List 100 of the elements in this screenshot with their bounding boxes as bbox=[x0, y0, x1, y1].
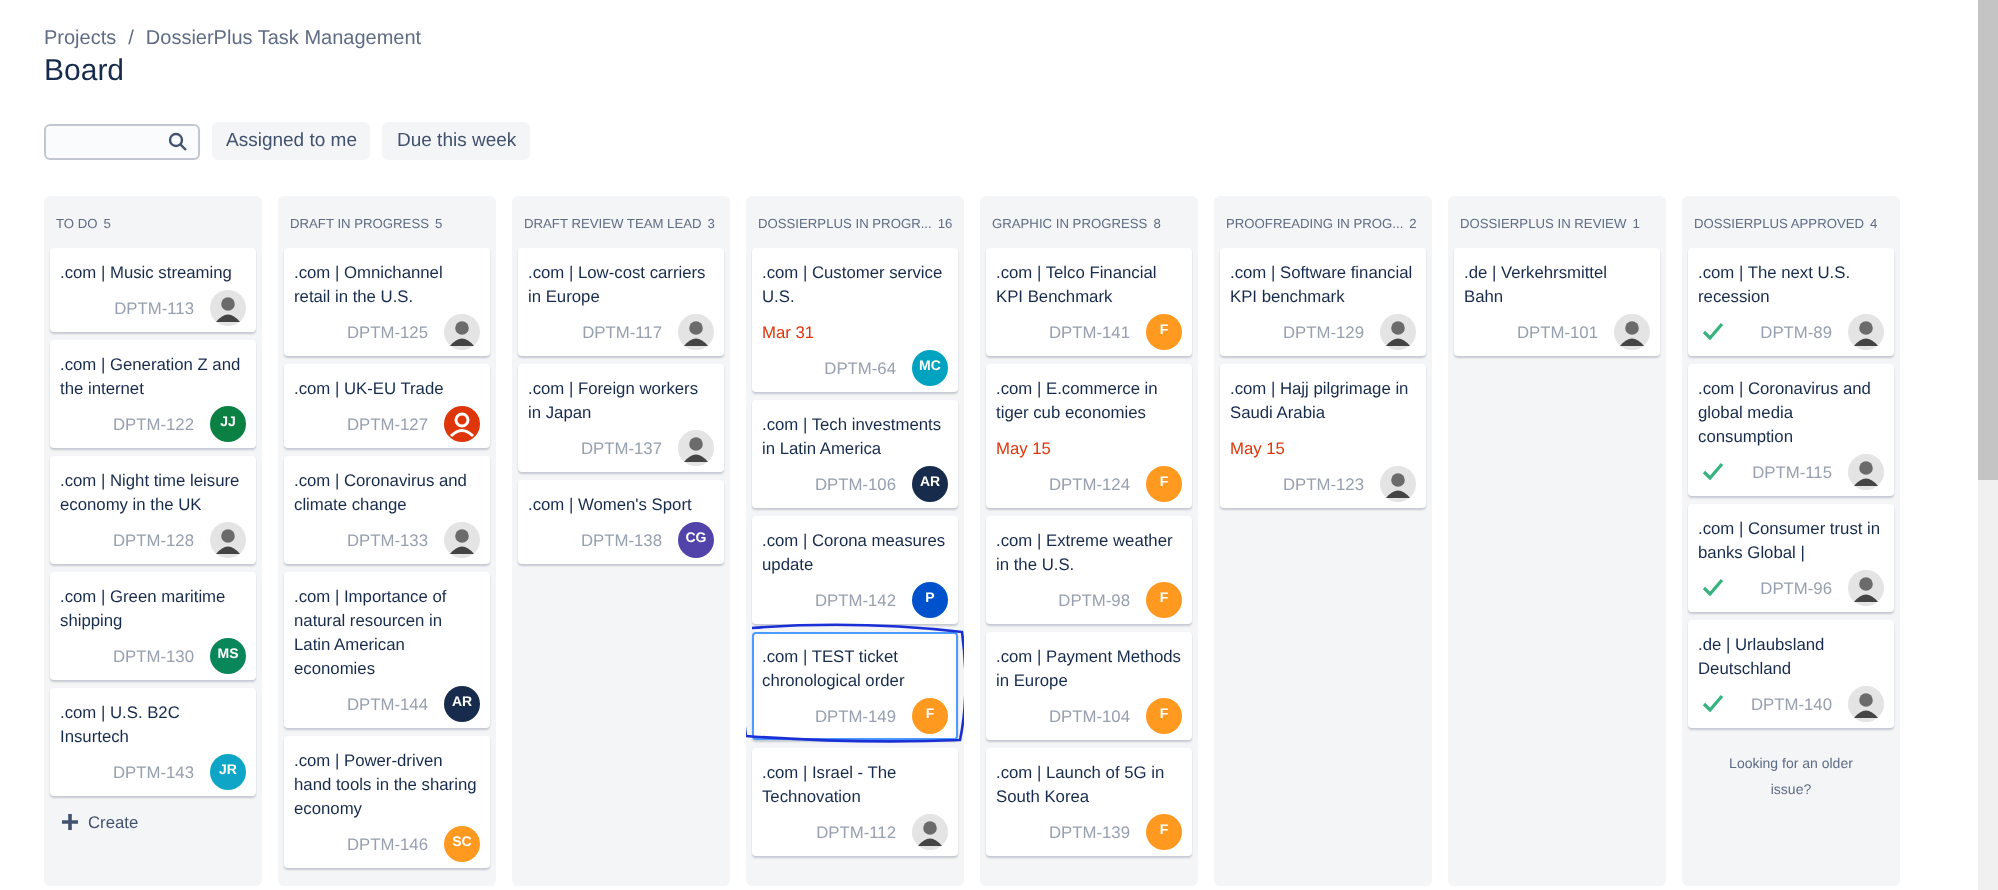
user-silhouette-icon bbox=[1614, 313, 1650, 349]
issue-key: DPTM-96 bbox=[1760, 575, 1832, 599]
issue-key: DPTM-101 bbox=[1517, 319, 1598, 343]
card-title: .com | Omnichannel retail in the U.S. bbox=[294, 260, 445, 308]
issue-card[interactable]: .com | UK-EU Trade DPTM-127 bbox=[284, 364, 490, 448]
issue-key: DPTM-141 bbox=[1049, 319, 1130, 343]
issue-key: DPTM-144 bbox=[347, 691, 428, 715]
card-title: .com | Generation Z and the internet bbox=[60, 352, 243, 400]
issue-card[interactable]: .com | Omnichannel retail in the U.S. DPTM-125 bbox=[284, 248, 490, 356]
user-silhouette-icon bbox=[912, 813, 948, 849]
issue-card[interactable]: .com | Coronavirus and global media consumption DPTM-115 bbox=[1688, 364, 1894, 496]
user-silhouette-icon bbox=[678, 429, 714, 465]
user-silhouette-icon bbox=[1848, 685, 1884, 721]
issue-card[interactable]: .com | Consumer trust in banks Global | DPTM-96 bbox=[1688, 504, 1894, 612]
user-silhouette-icon bbox=[1380, 465, 1416, 501]
issue-card[interactable]: .de | Urlaubsland Deutschland DPTM-140 bbox=[1688, 620, 1894, 728]
card-title: .com | Launch of 5G in South Korea bbox=[996, 760, 1167, 808]
card-title: .com | Hajj pilgrimage in Saudi Arabia bbox=[1230, 376, 1411, 424]
card-title: .com | Foreign workers in Japan bbox=[528, 376, 701, 424]
card-title: .com | Customer service U.S. bbox=[762, 260, 945, 308]
filter-button[interactable]: Assigned to me bbox=[212, 122, 371, 160]
card-title: .com | TEST ticket chronological order bbox=[762, 644, 907, 692]
due-date: May 15 bbox=[996, 436, 1053, 460]
card-title: .com | Importance of natural resourcen in Latin American economies bbox=[294, 584, 449, 680]
issue-key: DPTM-115 bbox=[1752, 459, 1832, 483]
user-silhouette-icon bbox=[1380, 313, 1416, 349]
issue-card[interactable]: .com | Low-cost carriers in Europe DPTM-117 bbox=[518, 248, 724, 356]
user-silhouette-icon bbox=[210, 521, 246, 557]
card-title: .com | Low-cost carriers in Europe bbox=[528, 260, 708, 308]
user-silhouette-icon bbox=[1848, 313, 1884, 349]
due-date: Mar 31 bbox=[762, 320, 817, 344]
card-title: .com | Power-driven hand tools in the sharing economy bbox=[294, 748, 479, 820]
issue-key: DPTM-122 bbox=[113, 411, 194, 435]
issue-key: DPTM-113 bbox=[114, 295, 194, 319]
due-date: May 15 bbox=[1230, 436, 1287, 460]
issue-key: DPTM-128 bbox=[113, 527, 194, 551]
issue-key: DPTM-140 bbox=[1751, 691, 1832, 715]
issue-card[interactable]: .com | Software financial KPI benchmark DPTM-129 bbox=[1220, 248, 1426, 356]
issue-key: DPTM-146 bbox=[347, 831, 428, 855]
create-button[interactable]: Create bbox=[50, 804, 151, 840]
issue-key: DPTM-130 bbox=[113, 643, 194, 667]
issue-key: DPTM-139 bbox=[1049, 819, 1130, 843]
issue-key: DPTM-138 bbox=[581, 527, 662, 551]
card-title: .com | U.S. B2C Insurtech bbox=[60, 700, 182, 748]
issue-key: DPTM-142 bbox=[815, 587, 896, 611]
issue-key: DPTM-133 bbox=[347, 527, 428, 551]
card-title: .com | Corona measures update bbox=[762, 528, 948, 576]
card-title: .com | Tech investments in Latin America bbox=[762, 412, 944, 460]
user-silhouette-icon bbox=[1848, 453, 1884, 489]
card-title: .com | Software financial KPI benchmark bbox=[1230, 260, 1415, 308]
issue-card[interactable]: .com | Foreign workers in Japan DPTM-137 bbox=[518, 364, 724, 472]
issue-card[interactable]: .com | Coronavirus and climate change DPTM-133 bbox=[284, 456, 490, 564]
issue-card[interactable]: .de | Verkehrsmittel Bahn DPTM-101 bbox=[1454, 248, 1660, 356]
scrollbar[interactable] bbox=[1978, 0, 1998, 890]
user-silhouette-icon bbox=[1848, 569, 1884, 605]
card-title: .com | Israel - The Technovation bbox=[762, 760, 899, 808]
search-field[interactable] bbox=[44, 123, 200, 159]
filter-button[interactable]: Due this week bbox=[382, 122, 531, 160]
issue-card[interactable]: .com | Hajj pilgrimage in Saudi Arabia May 15 DPTM-123 bbox=[1220, 364, 1426, 508]
issue-key: DPTM-143 bbox=[113, 759, 194, 783]
card-title: .com | Telco Financial KPI Benchmark bbox=[996, 260, 1159, 308]
user-silhouette-icon bbox=[444, 521, 480, 557]
plus-icon bbox=[62, 814, 78, 830]
issue-card[interactable]: .com | Music streaming DPTM-113 bbox=[50, 248, 256, 332]
card-title: .com | UK-EU Trade bbox=[294, 376, 446, 400]
issue-key: DPTM-124 bbox=[1049, 471, 1130, 495]
card-title: .com | E.commerce in tiger cub economies bbox=[996, 376, 1160, 424]
issue-card[interactable]: .com | The next U.S. recession DPTM-89 bbox=[1688, 248, 1894, 356]
issue-key: DPTM-104 bbox=[1049, 703, 1130, 727]
breadcrumb-link[interactable]: Projects bbox=[44, 28, 117, 50]
card-title: .com | Coronavirus and climate change bbox=[294, 468, 469, 516]
issue-key: DPTM-98 bbox=[1058, 587, 1130, 611]
issue-key: DPTM-127 bbox=[347, 411, 428, 435]
card-title: .com | Green maritime shipping bbox=[60, 584, 228, 632]
breadcrumb-link[interactable]: DossierPlus Task Management bbox=[145, 28, 422, 50]
card-title: .com | Women's Sport bbox=[528, 492, 694, 516]
issue-key: DPTM-64 bbox=[824, 355, 896, 379]
issue-key: DPTM-125 bbox=[347, 319, 428, 343]
user-silhouette-icon bbox=[210, 289, 246, 325]
card-title: .com | Night time leisure economy in the UK bbox=[60, 468, 242, 516]
card-title: .de | Verkehrsmittel Bahn bbox=[1464, 260, 1610, 308]
card-title: .com | The next U.S. recession bbox=[1698, 260, 1853, 308]
issue-key: DPTM-117 bbox=[582, 319, 662, 343]
issue-key: DPTM-106 bbox=[815, 471, 896, 495]
issue-card[interactable]: .com | Israel - The Technovation DPTM-112 bbox=[752, 748, 958, 856]
issue-card[interactable]: .com | Night time leisure economy in the UK DPTM-128 bbox=[50, 456, 256, 564]
issue-key: DPTM-137 bbox=[581, 435, 662, 459]
user-silhouette-icon bbox=[678, 313, 714, 349]
card-title: .com | Payment Methods in Europe bbox=[996, 644, 1182, 692]
issue-key: DPTM-89 bbox=[1760, 319, 1832, 343]
card-title: .com | Consumer trust in banks Global | bbox=[1698, 516, 1883, 564]
page-title: Board bbox=[44, 54, 127, 88]
issue-key: DPTM-123 bbox=[1283, 471, 1364, 495]
issue-key: DPTM-129 bbox=[1283, 319, 1364, 343]
card-title: .com | Coronavirus and global media consumption bbox=[1698, 376, 1873, 448]
issue-key: DPTM-112 bbox=[816, 819, 896, 843]
issue-key: DPTM-149 bbox=[815, 703, 896, 727]
breadcrumb-separator: / bbox=[128, 28, 134, 50]
search-icon bbox=[168, 131, 188, 151]
card-title: .com | Music streaming bbox=[60, 260, 234, 284]
